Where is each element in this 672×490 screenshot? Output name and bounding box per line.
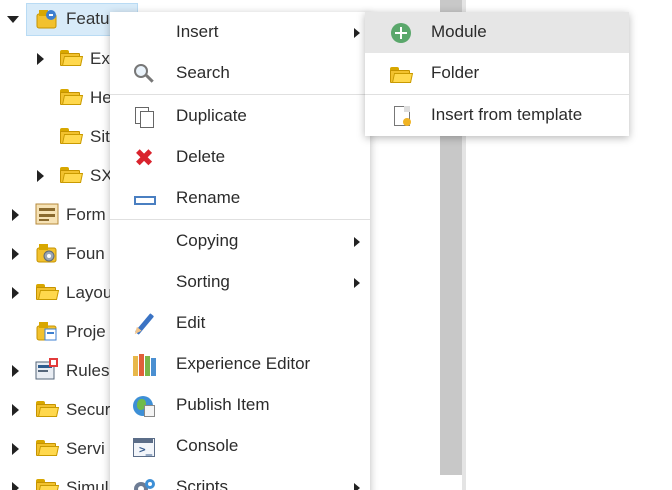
- folder-icon: [36, 438, 60, 456]
- menu-item-label: Publish Item: [176, 395, 270, 414]
- submenu-arrow-icon: [354, 237, 360, 247]
- submenu-arrow-icon: [354, 278, 360, 288]
- search-icon: [132, 63, 156, 85]
- folder-icon: [60, 165, 84, 183]
- expand-arrow-icon[interactable]: [37, 170, 44, 182]
- menu-separator: [110, 94, 370, 95]
- submenu-item-label: Insert from template: [431, 105, 583, 124]
- submenu-item-module[interactable]: Module: [365, 12, 629, 53]
- expand-arrow-icon[interactable]: [37, 53, 44, 65]
- menu-item-insert[interactable]: Insert: [110, 12, 370, 53]
- folder-icon: [389, 62, 414, 86]
- rename-icon: [132, 188, 156, 210]
- menu-item-label: Sorting: [176, 272, 230, 291]
- folder-icon: [60, 48, 84, 66]
- expand-arrow-icon[interactable]: [7, 16, 19, 23]
- folder-icon: [36, 282, 60, 300]
- template-icon: [389, 104, 413, 128]
- menu-item-rename[interactable]: Rename: [110, 178, 370, 219]
- submenu-arrow-icon: [354, 28, 360, 38]
- menu-item-label: Copying: [176, 231, 239, 250]
- menu-item-label: Delete: [176, 147, 226, 166]
- tree-item-label: Layou: [66, 283, 113, 302]
- submenu-item-insert-from-template[interactable]: Insert from template: [365, 95, 629, 136]
- menu-item-label: Scripts: [176, 477, 228, 490]
- tree-item-label: Foun: [66, 244, 105, 263]
- folder-icon: [60, 126, 84, 144]
- rules-icon: [35, 358, 58, 380]
- expand-arrow-icon[interactable]: [12, 248, 19, 260]
- form-icon: [35, 203, 59, 225]
- publish-icon: [132, 395, 156, 417]
- menu-item-label: Insert: [176, 22, 219, 41]
- tree-item-label: Featu: [66, 9, 110, 28]
- folder-icon: [36, 399, 60, 417]
- tree-item-label: He: [90, 88, 112, 107]
- submenu-item-label: Folder: [431, 63, 480, 82]
- tree-item-label: Servi: [66, 439, 105, 458]
- menu-item-sorting[interactable]: Sorting: [110, 262, 370, 303]
- pencil-icon: [132, 313, 156, 337]
- expand-arrow-icon[interactable]: [12, 287, 19, 299]
- menu-item-experience-editor[interactable]: Experience Editor: [110, 344, 370, 385]
- project-icon: [36, 320, 58, 342]
- experience-editor-icon: [132, 354, 156, 376]
- insert-submenu: Module Folder Insert from template: [365, 12, 629, 136]
- menu-separator: [110, 219, 370, 220]
- tree-item-label: Rules: [66, 361, 110, 380]
- menu-item-label: Rename: [176, 188, 241, 207]
- menu-item-search[interactable]: Search: [110, 53, 370, 94]
- menu-item-console[interactable]: >_ Console: [110, 426, 370, 467]
- menu-item-label: Experience Editor: [176, 354, 311, 373]
- tree-item-label: Secur: [66, 400, 111, 419]
- menu-item-publish-item[interactable]: Publish Item: [110, 385, 370, 426]
- expand-arrow-icon[interactable]: [12, 482, 19, 490]
- menu-item-edit[interactable]: Edit: [110, 303, 370, 344]
- expand-arrow-icon[interactable]: [12, 404, 19, 416]
- add-module-icon: [389, 21, 413, 45]
- folder-icon: [36, 477, 60, 490]
- expand-arrow-icon[interactable]: [12, 209, 19, 221]
- delete-icon: ✖: [134, 144, 155, 172]
- menu-item-label: Duplicate: [176, 106, 247, 125]
- menu-item-label: Search: [176, 63, 230, 82]
- menu-item-duplicate[interactable]: Duplicate: [110, 96, 370, 137]
- tree-item-label: Sit: [90, 127, 110, 146]
- tree-item-label: Ex: [90, 49, 110, 68]
- feature-module-icon: [36, 8, 58, 30]
- tree-item-label: Simul: [66, 478, 109, 490]
- folder-icon: [60, 87, 84, 105]
- expand-arrow-icon[interactable]: [12, 443, 19, 455]
- foundation-icon: [36, 242, 58, 264]
- tree-item-label: Proje: [66, 322, 106, 341]
- submenu-item-folder[interactable]: Folder: [365, 53, 629, 94]
- menu-item-copying[interactable]: Copying: [110, 221, 370, 262]
- menu-item-delete[interactable]: ✖ Delete: [110, 137, 370, 178]
- submenu-item-label: Module: [431, 22, 487, 41]
- menu-item-scripts[interactable]: Scripts: [110, 467, 370, 490]
- duplicate-icon: [132, 106, 156, 128]
- console-icon: >_: [132, 436, 156, 458]
- context-menu: Insert Search Duplicate ✖ Delete Rename …: [110, 12, 370, 490]
- tree-item-label: Form: [66, 205, 106, 224]
- expand-arrow-icon[interactable]: [12, 365, 19, 377]
- scripts-icon: [132, 477, 156, 490]
- menu-item-label: Console: [176, 436, 239, 455]
- menu-item-label: Edit: [176, 313, 206, 332]
- submenu-arrow-icon: [354, 483, 360, 490]
